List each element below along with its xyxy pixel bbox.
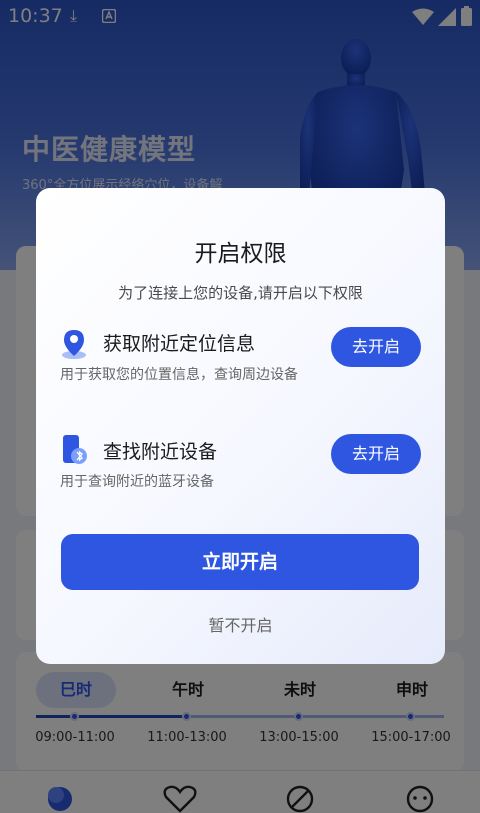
permission-location-title: 获取附近定位信息 <box>103 333 256 355</box>
enable-location-button[interactable]: 去开启 <box>331 327 421 367</box>
bluetooth-phone-icon <box>63 435 87 464</box>
enable-now-button[interactable]: 立即开启 <box>61 534 419 590</box>
permission-bluetooth-description: 用于查询附近的蓝牙设备 <box>60 474 214 490</box>
permission-dialog: 开启权限 为了连接上您的设备,请开启以下权限 获取附近定位信息 用于获取您的位置… <box>36 188 445 664</box>
enable-bluetooth-button[interactable]: 去开启 <box>331 434 421 474</box>
dialog-title: 开启权限 <box>194 241 287 267</box>
dialog-subtitle: 为了连接上您的设备,请开启以下权限 <box>118 284 363 302</box>
location-pin-icon <box>62 330 86 359</box>
not-now-button[interactable]: 暂不开启 <box>36 612 445 636</box>
permission-bluetooth-title: 查找附近设备 <box>103 441 218 463</box>
permission-location-description: 用于获取您的位置信息，查询周边设备 <box>60 367 298 383</box>
